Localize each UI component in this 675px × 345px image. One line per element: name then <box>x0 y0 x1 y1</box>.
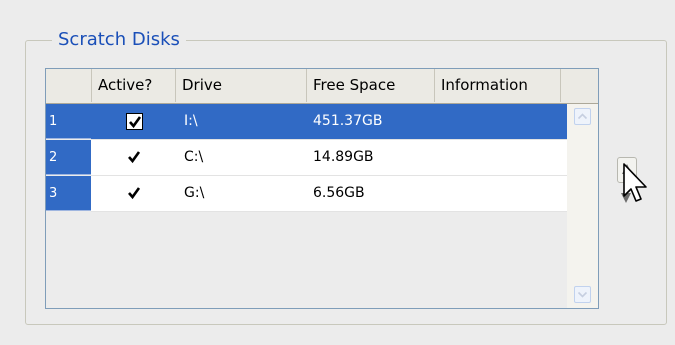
chevron-up-icon <box>577 113 588 120</box>
row-index: 2 <box>46 140 91 175</box>
scroll-up-button[interactable] <box>574 108 591 125</box>
table-header: Active? Drive Free Space Information <box>46 69 598 104</box>
row-index: 3 <box>46 176 91 211</box>
table-row[interactable]: 1 I:\ 451.37GB <box>46 104 567 140</box>
scroll-down-button[interactable] <box>574 286 591 303</box>
free-space-cell: 451.37GB <box>313 113 383 129</box>
header-drive[interactable]: Drive <box>176 69 307 102</box>
vertical-scrollbar[interactable] <box>567 104 598 308</box>
group-title: Scratch Disks <box>52 29 186 51</box>
header-free-space[interactable]: Free Space <box>307 69 435 102</box>
checkmark-icon <box>128 151 141 164</box>
free-space-cell: 6.56GB <box>313 185 365 201</box>
drive-cell: C:\ <box>184 149 204 165</box>
row-index: 1 <box>46 104 91 139</box>
table-row[interactable]: 3 G:\ 6.56GB <box>46 176 567 212</box>
header-active[interactable]: Active? <box>92 69 176 102</box>
header-index <box>46 69 92 102</box>
checkmark-icon <box>129 116 142 129</box>
table-row[interactable]: 2 C:\ 14.89GB <box>46 140 567 176</box>
chevron-down-icon <box>577 291 588 298</box>
active-checkbox[interactable] <box>126 149 143 166</box>
mouse-pointer-icon <box>623 163 647 202</box>
active-checkbox[interactable] <box>126 113 143 130</box>
active-checkbox[interactable] <box>126 185 143 202</box>
drive-cell: G:\ <box>184 185 205 201</box>
table-body: 1 I:\ 451.37GB 2 C:\ 14.89GB 3 G:\ 6.56G… <box>46 104 598 308</box>
checkmark-icon <box>128 187 141 200</box>
scratch-disks-table[interactable]: Active? Drive Free Space Information 1 I… <box>45 68 599 309</box>
drive-cell: I:\ <box>184 113 198 129</box>
header-information[interactable]: Information <box>435 69 561 102</box>
free-space-cell: 14.89GB <box>313 149 374 165</box>
